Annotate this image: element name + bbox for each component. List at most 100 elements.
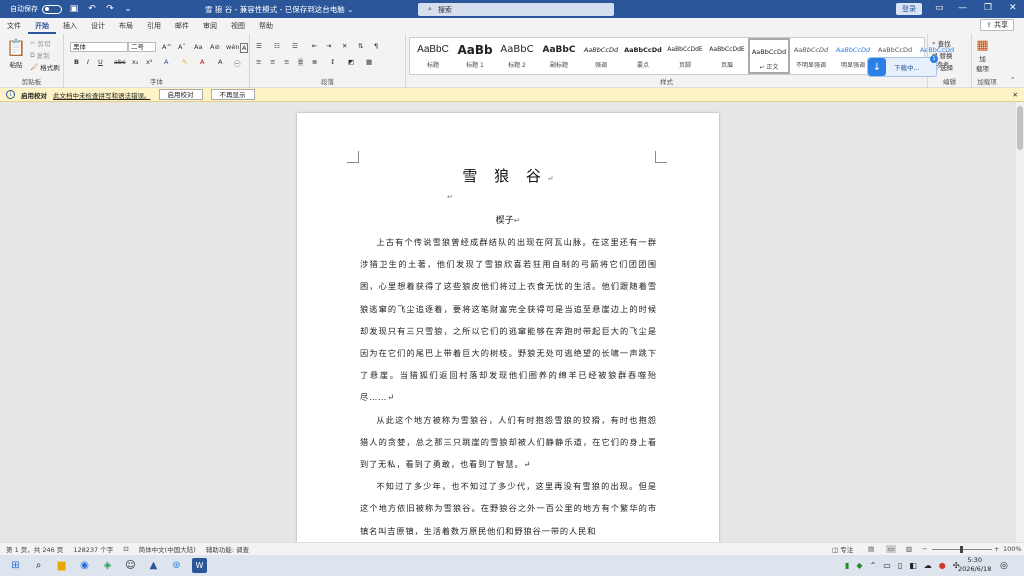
minimize-icon[interactable]: —: [958, 3, 967, 13]
battery-icon[interactable]: ▮: [845, 561, 849, 570]
distributed-icon[interactable]: ≣: [312, 58, 317, 66]
antivirus-icon[interactable]: ●: [939, 561, 946, 570]
font-color-icon[interactable]: A: [200, 58, 204, 66]
addins-button[interactable]: ▦ 加 载项: [976, 38, 989, 73]
notice-message[interactable]: 此文档中未检查拼写和语法错误。: [53, 90, 151, 100]
print-layout-icon[interactable]: ▭: [886, 545, 897, 553]
zoom-slider-thumb[interactable]: [960, 546, 963, 553]
align-right-icon[interactable]: ≡: [284, 58, 289, 66]
align-left-icon[interactable]: ≡: [256, 58, 261, 66]
borders-icon[interactable]: ▦: [366, 58, 372, 66]
tab-view[interactable]: 视图: [224, 18, 252, 34]
document-body[interactable]: 上古有个传说雪狼曾经成群结队的出现在阿瓦山脉。在这里还有一群涉猎卫生的土著，他们…: [360, 231, 657, 542]
accessibility-status[interactable]: 辅助功能: 调查: [206, 544, 249, 554]
notification-icon[interactable]: ◎: [1000, 561, 1008, 571]
close-notice-icon[interactable]: ✕: [1013, 91, 1018, 99]
chevron-up-icon[interactable]: ⌃: [870, 561, 877, 570]
file-explorer-icon[interactable]: ▆: [54, 558, 69, 573]
tab-layout[interactable]: 布局: [112, 18, 140, 34]
zoom-out-button[interactable]: −: [922, 545, 927, 553]
scrollbar-thumb[interactable]: [1017, 106, 1023, 150]
clock[interactable]: 5:30 2026/6/18: [958, 556, 991, 574]
customize-quick-access-icon[interactable]: ⌄: [122, 3, 134, 15]
decrease-indent-icon[interactable]: ⇤: [312, 42, 317, 50]
app-icon-download[interactable]: ⊛: [169, 558, 184, 573]
grow-font-button[interactable]: A^: [162, 43, 172, 51]
proofing-icon[interactable]: ⊡: [123, 545, 128, 553]
undo-icon[interactable]: ↶: [86, 3, 98, 15]
language-indicator[interactable]: 简体中文(中国大陆): [139, 544, 196, 554]
tab-help[interactable]: 帮助: [252, 18, 280, 34]
font-name-select[interactable]: 黑体: [70, 42, 128, 52]
word-app-icon[interactable]: W: [192, 558, 207, 573]
chinese-layout-icon[interactable]: ✕: [342, 42, 347, 50]
windows-start-icon[interactable]: ⊞: [8, 558, 23, 573]
tray-icon-2[interactable]: ▯: [898, 561, 902, 570]
tab-insert[interactable]: 插入: [56, 18, 84, 34]
page-count[interactable]: 第 1 页，共 246 页: [6, 544, 63, 554]
save-icon[interactable]: ▣: [68, 3, 80, 15]
document-title[interactable]: 雪 狼 谷 - 兼容性模式 - 已保存到这台电脑 ⌄: [205, 4, 353, 15]
find-button[interactable]: ⌕ 查找: [932, 38, 951, 49]
document-page[interactable]: 雪 狼 谷↵ ↵ 楔子↵ 上古有个传说雪狼曾经成群结队的出现在阿瓦山脉。在这里还…: [297, 113, 719, 542]
shrink-font-button[interactable]: Aˇ: [178, 43, 186, 51]
autosave-toggle[interactable]: 自动保存: [10, 4, 62, 14]
justify-icon[interactable]: ≡: [298, 58, 304, 66]
copy-button[interactable]: ⧉ 复制: [30, 50, 50, 61]
dont-show-again-button[interactable]: 不再显示: [210, 89, 255, 100]
cut-button[interactable]: ✂ 剪切: [30, 38, 50, 48]
focus-mode-button[interactable]: ◫ 专注: [832, 544, 853, 554]
download-popup[interactable]: ↓ 下载中...: [867, 57, 937, 77]
app-icon-avatar[interactable]: ☺: [123, 558, 138, 573]
document-heading[interactable]: 雪 狼 谷↵: [297, 165, 719, 186]
clear-format-button[interactable]: A⊘: [210, 43, 220, 51]
text-effects-icon[interactable]: A: [164, 58, 168, 66]
format-painter-button[interactable]: 🖌 格式刷: [30, 62, 60, 72]
tray-icon-4[interactable]: ☁: [924, 561, 932, 570]
multilevel-list-icon[interactable]: ☲: [292, 42, 298, 50]
shading-icon[interactable]: ◩: [348, 58, 354, 66]
enable-proofing-button[interactable]: 启用校对: [158, 89, 203, 100]
italic-button[interactable]: I: [87, 58, 89, 66]
tab-mailings[interactable]: 邮件: [168, 18, 196, 34]
share-button[interactable]: ⇪ 共享: [980, 19, 1014, 31]
tab-design[interactable]: 设计: [84, 18, 112, 34]
ribbon-display-icon[interactable]: ▭: [935, 3, 944, 13]
taskbar-search-icon[interactable]: ⌕: [31, 558, 46, 573]
app-icon-blue[interactable]: ▲: [146, 558, 161, 573]
tray-app-icon[interactable]: ◆: [856, 561, 862, 570]
tab-file[interactable]: 文件: [0, 18, 28, 34]
tray-icon-1[interactable]: ▭: [883, 561, 891, 570]
zoom-level[interactable]: 100%: [1003, 545, 1022, 553]
search-box[interactable]: ⌕ 搜索: [418, 3, 614, 16]
restore-icon[interactable]: ❐: [984, 3, 992, 13]
line-spacing-icon[interactable]: ↕: [330, 58, 335, 66]
tab-references[interactable]: 引用: [140, 18, 168, 34]
tab-home[interactable]: 开始: [28, 18, 56, 34]
bullets-icon[interactable]: ☰: [256, 42, 262, 50]
phonetic-guide-button[interactable]: wén: [226, 43, 239, 51]
font-size-select[interactable]: 二号: [128, 42, 156, 52]
enclose-char-icon[interactable]: ㊀: [234, 58, 241, 68]
bold-button[interactable]: B: [74, 58, 79, 66]
numbering-icon[interactable]: ☷: [274, 42, 280, 50]
browser-icon[interactable]: ◉: [77, 558, 92, 573]
show-marks-icon[interactable]: ¶: [374, 42, 378, 50]
read-mode-icon[interactable]: ▤: [868, 545, 874, 553]
redo-icon[interactable]: ↷: [104, 3, 116, 15]
change-case-button[interactable]: Aa: [194, 43, 202, 51]
collapse-ribbon-icon[interactable]: ⌃: [1010, 76, 1015, 84]
align-center-icon[interactable]: ≡: [270, 58, 275, 66]
document-subheading[interactable]: 楔子↵: [297, 213, 719, 226]
vertical-scrollbar[interactable]: [1016, 102, 1024, 542]
tray-icon-3[interactable]: ◧: [909, 561, 917, 570]
sort-icon[interactable]: ⇅: [358, 42, 363, 50]
paste-button[interactable]: 📋 粘贴: [6, 38, 26, 69]
close-icon[interactable]: ✕: [1009, 3, 1017, 13]
app-icon-green[interactable]: ◈: [100, 558, 115, 573]
strikethrough-button[interactable]: abc: [114, 58, 126, 66]
superscript-button[interactable]: x²: [146, 58, 152, 66]
underline-button[interactable]: U: [98, 58, 103, 66]
char-shading-icon[interactable]: A: [218, 58, 222, 66]
zoom-in-button[interactable]: +: [994, 545, 999, 553]
